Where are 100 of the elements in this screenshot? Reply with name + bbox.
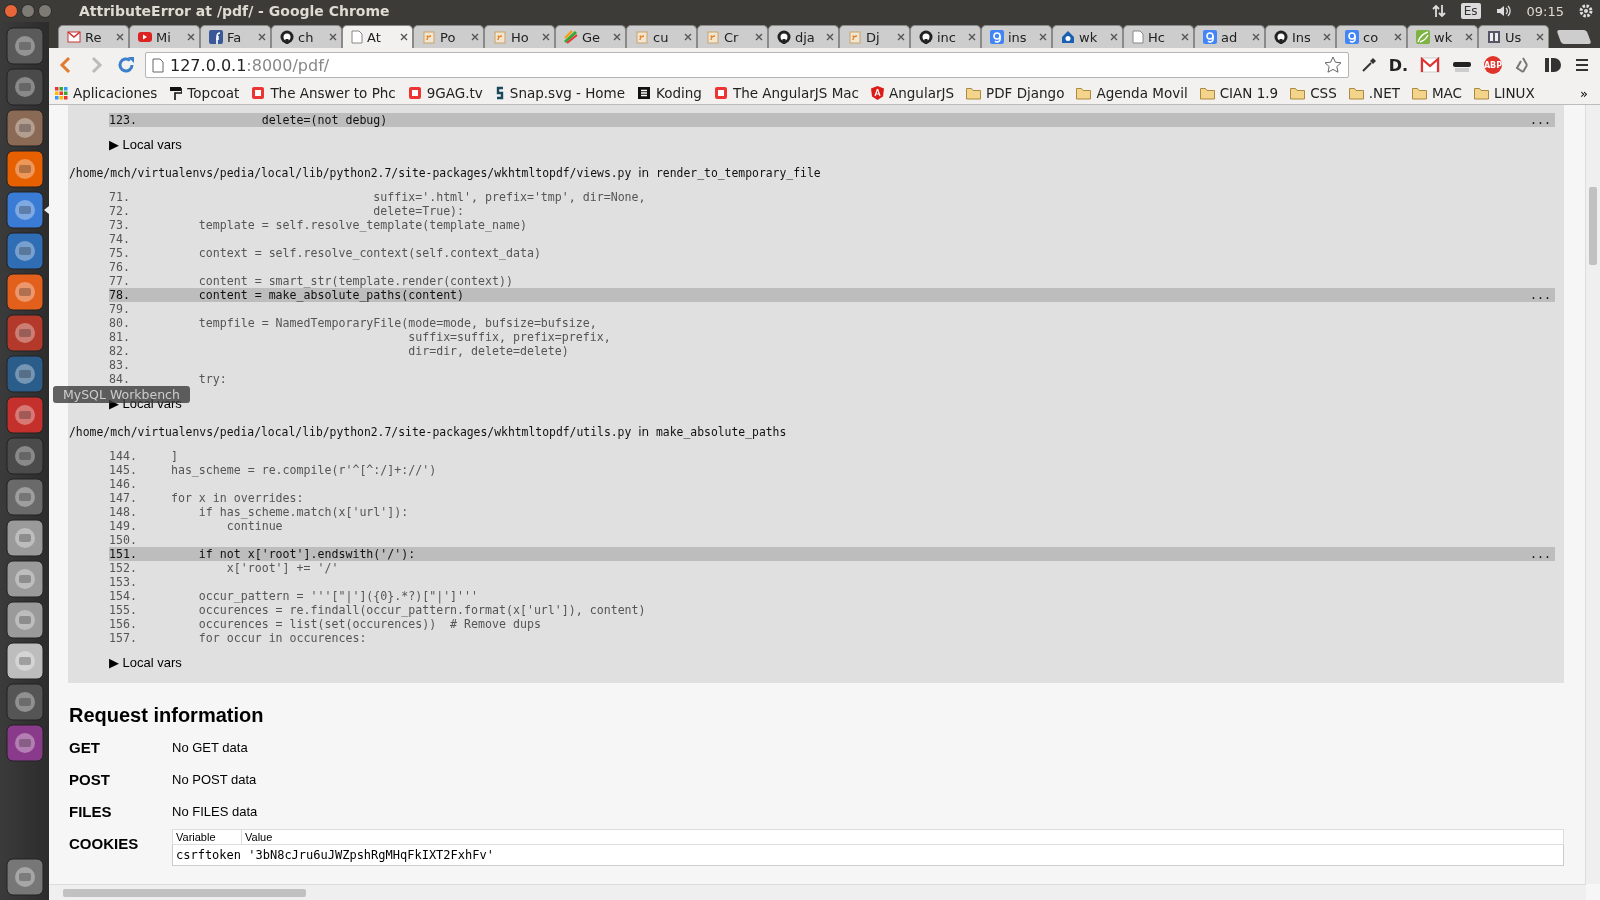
close-icon[interactable] <box>755 33 763 41</box>
browser-tab[interactable]: Ho <box>484 25 555 48</box>
close-icon[interactable] <box>897 33 905 41</box>
bookmark[interactable]: Topcoat <box>169 85 240 101</box>
close-icon[interactable] <box>968 33 976 41</box>
leaf-icon <box>1416 30 1430 44</box>
address-bar[interactable]: 127.0.0.1:8000/pdf/ <box>145 52 1349 78</box>
square-logo-icon <box>251 86 266 100</box>
tooltip: MySQL Workbench <box>53 386 190 403</box>
close-icon[interactable] <box>116 33 124 41</box>
close-icon[interactable] <box>1252 33 1260 41</box>
browser-tab[interactable]: Us <box>1478 25 1549 48</box>
bookmark[interactable]: MAC <box>1411 85 1462 101</box>
close-icon[interactable] <box>1039 33 1047 41</box>
close-icon[interactable] <box>187 33 195 41</box>
code-line: 144. ] <box>109 449 179 463</box>
browser-tab[interactable]: Fa <box>200 25 271 48</box>
close-icon[interactable] <box>1394 33 1402 41</box>
gear-icon[interactable] <box>1578 3 1594 19</box>
browser-tab[interactable]: inc <box>910 25 981 48</box>
close-icon[interactable] <box>1465 33 1473 41</box>
browser-tab[interactable]: wk <box>1407 25 1478 48</box>
close-icon[interactable] <box>1536 33 1544 41</box>
browser-tab[interactable]: Ge <box>555 25 626 48</box>
close-icon[interactable] <box>1181 33 1189 41</box>
browser-tab[interactable]: co <box>1336 25 1407 48</box>
bookmark[interactable]: PDF Django <box>966 85 1065 101</box>
browser-tab[interactable]: At <box>342 25 413 48</box>
close-icon[interactable] <box>542 33 550 41</box>
close-icon[interactable] <box>258 33 266 41</box>
extension-button[interactable]: D. <box>1388 55 1408 75</box>
browser-tab[interactable]: Dj <box>839 25 910 48</box>
close-icon[interactable] <box>826 33 834 41</box>
folder-icon <box>1199 86 1215 100</box>
code-line: 83. <box>109 358 131 372</box>
close-icon[interactable] <box>1110 33 1118 41</box>
bookmark[interactable]: Agenda Movil <box>1076 85 1188 101</box>
browser-tab[interactable]: Po <box>413 25 484 48</box>
clock[interactable]: 09:15 <box>1526 3 1564 19</box>
local-vars-toggle[interactable]: ▶ Local vars <box>109 137 182 153</box>
local-vars-toggle[interactable]: ▶ Local vars <box>109 655 182 671</box>
field-label: COOKIES <box>69 835 140 852</box>
browser-tab[interactable]: ch <box>271 25 342 48</box>
browser-tab[interactable]: ad <box>1194 25 1265 48</box>
bookmark[interactable]: AngularJS <box>871 85 955 101</box>
letter-tile-icon <box>1203 30 1217 44</box>
section-heading: Request information <box>69 703 265 727</box>
browser-tab[interactable]: Cr <box>697 25 768 48</box>
close-icon[interactable] <box>613 33 621 41</box>
vertical-scrollbar[interactable] <box>1585 105 1600 884</box>
browser-tab[interactable]: Hc <box>1123 25 1194 48</box>
browser-tab[interactable]: Re <box>58 25 129 48</box>
envelope-icon[interactable] <box>1420 57 1440 73</box>
shield-icon <box>871 86 884 100</box>
scrollbar-thumb[interactable] <box>63 889 306 897</box>
adblock-button[interactable]: ABP <box>1484 56 1502 74</box>
code-line: 146. <box>109 477 138 491</box>
up-down-arrows-icon[interactable] <box>1430 3 1447 19</box>
menu-icon[interactable] <box>1574 57 1590 73</box>
bookmark[interactable]: CSS <box>1290 85 1337 101</box>
new-tab-button[interactable] <box>1556 30 1592 44</box>
bookmark[interactable]: Snap.svg - Home <box>494 85 626 101</box>
close-icon[interactable] <box>1323 33 1331 41</box>
bookmark[interactable]: .NET <box>1348 85 1400 101</box>
feed-page-icon <box>848 30 862 44</box>
code-line: 84. try: <box>109 372 228 386</box>
bookmark[interactable]: CIAN 1.9 <box>1199 85 1279 101</box>
close-icon[interactable] <box>684 33 692 41</box>
browser-tab[interactable]: Mi <box>129 25 200 48</box>
bookmark[interactable]: Koding <box>637 85 702 101</box>
bookmark[interactable]: LINUX <box>1474 85 1535 101</box>
star-icon[interactable] <box>1323 56 1342 74</box>
more-bookmarks-button[interactable]: » <box>1580 85 1588 101</box>
bookmark[interactable]: The Answer to Phc <box>251 85 396 101</box>
file-path: /home/mch/virtualenvs/pedia/local/lib/python2.7/site-packages/wkhtmltopdf/views.py in render_to_temporary_file <box>69 166 822 180</box>
bookmark[interactable]: Aplicaciones <box>55 85 158 101</box>
horizontal-scrollbar[interactable] <box>49 884 1586 900</box>
bookmark[interactable]: The AngularJS Mac <box>713 85 859 101</box>
volume-icon[interactable] <box>1494 3 1513 19</box>
close-icon[interactable] <box>400 33 408 41</box>
close-button[interactable] <box>4 4 18 18</box>
folder-icon <box>1290 86 1306 100</box>
scrollbar-thumb[interactable] <box>1589 187 1597 265</box>
minimize-button[interactable] <box>21 4 35 18</box>
keyboard-layout-indicator[interactable]: Es <box>1460 3 1481 19</box>
bar-and-half-disc-icon[interactable] <box>1544 57 1562 73</box>
code-line: 148. if has_scheme.match(x['url']): <box>109 505 410 519</box>
close-icon[interactable] <box>329 33 337 41</box>
code-line: 150. <box>109 533 138 547</box>
close-icon[interactable] <box>471 33 479 41</box>
browser-tab[interactable]: ins <box>981 25 1052 48</box>
browser-tab[interactable]: cu <box>626 25 697 48</box>
eyedropper-icon[interactable] <box>1360 57 1377 73</box>
browser-tab[interactable]: Ins <box>1265 25 1336 48</box>
browser-tab[interactable]: wk <box>1052 25 1123 48</box>
browser-tab[interactable]: dja <box>768 25 839 48</box>
bookmark[interactable]: 9GAG.tv <box>407 85 483 101</box>
code-line: 157. for occur in occurences: <box>109 631 368 645</box>
letter-tile-icon <box>990 30 1004 44</box>
maximize-button[interactable] <box>38 4 52 18</box>
